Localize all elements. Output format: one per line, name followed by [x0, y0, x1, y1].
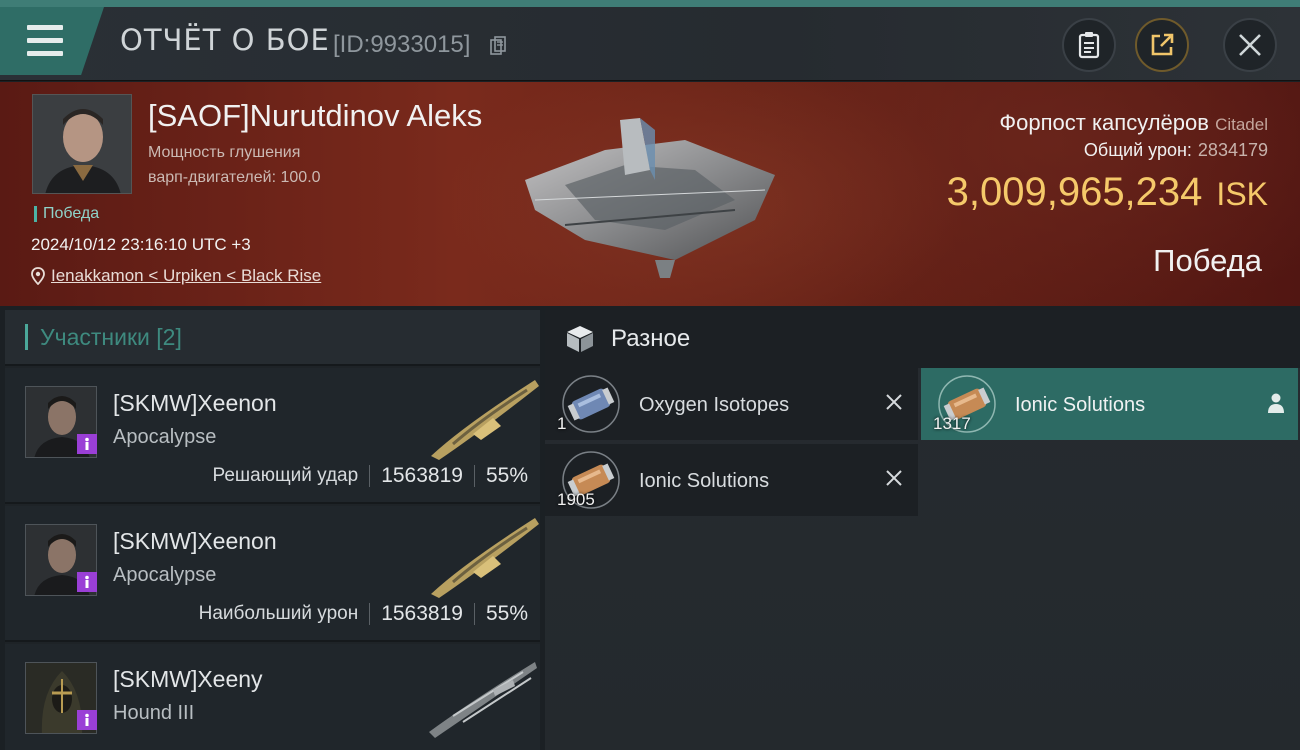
battle-datetime: 2024/10/12 23:16:10 UTC +3 [31, 235, 251, 254]
share-button[interactable] [1135, 18, 1189, 72]
canister-icon [562, 375, 620, 433]
item-quantity: 1317 [933, 414, 971, 433]
participant-role: Решающий удар [212, 465, 359, 486]
person-icon [85, 575, 89, 588]
page-title: ОТЧЁТ О БОЕ [120, 23, 330, 57]
cube-icon [567, 326, 593, 352]
item-row[interactable]: 1905 Ionic Solutions [545, 444, 918, 516]
item-name: Ionic Solutions [1015, 394, 1146, 416]
security-badge [77, 572, 97, 592]
security-badge [77, 710, 97, 730]
items-header: Разное [545, 310, 1300, 368]
item-quantity: 1905 [557, 490, 595, 509]
participant-name: [SKMW]Xeenon [113, 390, 277, 416]
participants-panel: Участники [2] [SKMW]Xeenon Apocalypse Ре… [5, 310, 540, 750]
participants-header: Участники [2] [5, 310, 540, 366]
participant-damage: 1563819 [381, 464, 463, 487]
person-icon [85, 437, 89, 450]
share-icon [1151, 33, 1174, 56]
participant-stats: Наибольший урон 1563819 55% [199, 602, 528, 626]
total-damage-label: Общий урон: [1083, 140, 1192, 160]
participant-percent: 55% [485, 464, 528, 487]
citadel-ship-image [525, 118, 775, 278]
items-title: Разное [611, 325, 691, 352]
isk-value: 3,009,965,234 ISK [947, 170, 1268, 215]
victim-ship[interactable]: Форпост капсулёров Citadel [999, 110, 1268, 136]
copy-icon[interactable] [490, 36, 506, 56]
top-accent-line [0, 0, 1300, 7]
avatar [33, 95, 131, 193]
location-link[interactable]: Ienakkamon < Urpiken < Black Rise [51, 266, 321, 286]
destroyed-icon [886, 394, 902, 410]
person-icon [85, 713, 89, 726]
participant-row[interactable]: [SKMW]Xeenon Apocalypse Решающий удар 15… [5, 368, 540, 504]
participant-ship: Hound III [113, 702, 195, 724]
clipboard-button[interactable] [1062, 18, 1116, 72]
total-damage-value: 2834179 [1197, 140, 1268, 160]
participant-name: [SKMW]Xeeny [113, 666, 263, 692]
close-button[interactable] [1223, 18, 1277, 72]
victim-ship-name: Форпост капсулёров [999, 110, 1209, 135]
header-marker [25, 324, 28, 350]
participant-ship: Apocalypse [113, 426, 217, 448]
participant-row[interactable]: [SKMW]Xeeny Hound III [5, 644, 540, 750]
battle-location[interactable]: Ienakkamon < Urpiken < Black Rise [31, 266, 321, 286]
item-quantity: 1 [557, 414, 567, 433]
participant-name: [SKMW]Xeenon [113, 528, 277, 554]
participant-percent: 55% [485, 602, 528, 625]
dropped-person-icon [1268, 393, 1284, 413]
menu-button[interactable] [0, 7, 104, 75]
item-row[interactable]: 1 Oxygen Isotopes [545, 368, 918, 440]
destroyed-icon [886, 470, 902, 486]
isk-unit: ISK [1216, 176, 1268, 212]
warp-scramble-value: варп-двигателей: 100.0 [148, 169, 321, 186]
victory-tag: Победа [34, 206, 99, 222]
weapon-image [429, 662, 537, 738]
participant-ship: Apocalypse [113, 564, 217, 586]
clipboard-icon [1078, 32, 1100, 59]
report-id: [ID:9933015] [333, 31, 471, 58]
warp-scramble-label: Мощность глушения [148, 144, 301, 161]
header-bar: ОТЧЁТ О БОЕ [ID:9933015] [0, 7, 1300, 81]
items-panel: Разное 1 Oxygen Isotopes 1317 Ionic Solu… [545, 310, 1300, 750]
participant-damage: 1563819 [381, 602, 463, 625]
security-badge [77, 434, 97, 454]
participant-stats: Решающий удар 1563819 55% [212, 464, 528, 488]
location-pin-icon [31, 267, 45, 285]
item-row[interactable]: 1317 Ionic Solutions [921, 368, 1298, 440]
isk-amount: 3,009,965,234 [946, 170, 1203, 214]
victim-portrait[interactable] [32, 94, 132, 194]
participants-title: Участники [2] [40, 323, 182, 350]
weapon-image [431, 380, 539, 460]
weapon-image [431, 518, 539, 598]
hamburger-icon [27, 25, 63, 30]
item-name: Ionic Solutions [639, 470, 770, 492]
victim-ship-class: Citadel [1215, 115, 1268, 134]
total-damage: Общий урон: 2834179 [1084, 140, 1268, 161]
participant-role: Наибольший урон [198, 603, 359, 624]
battle-result: Победа [1153, 243, 1262, 278]
victim-pilot-name[interactable]: [SAOF]Nurutdinov Aleks [148, 98, 482, 134]
participant-row[interactable]: [SKMW]Xeenon Apocalypse Наибольший урон … [5, 506, 540, 642]
close-icon [1239, 34, 1261, 56]
item-name: Oxygen Isotopes [639, 394, 790, 416]
victim-banner: [SAOF]Nurutdinov Aleks Мощность глушения… [0, 82, 1300, 306]
